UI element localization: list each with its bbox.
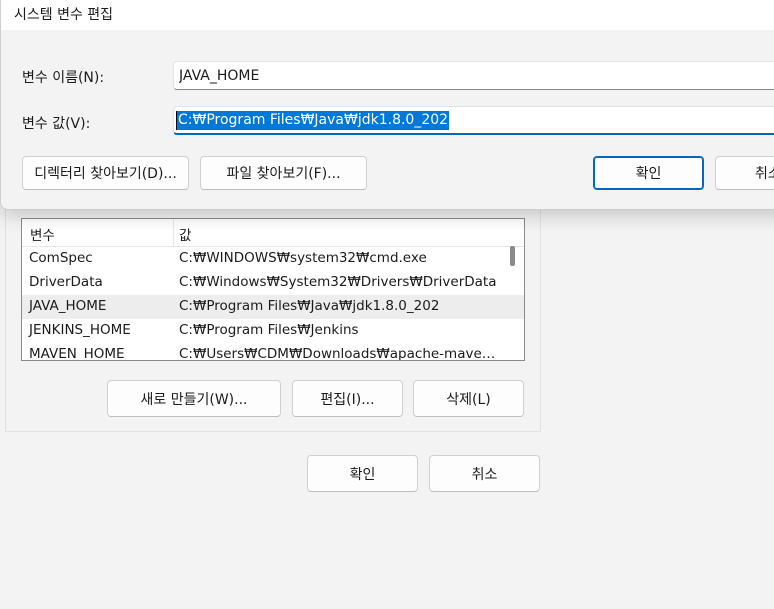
column-header-variable[interactable]: 변수: [30, 224, 55, 244]
table-scrollbar[interactable]: [502, 219, 524, 360]
table-row[interactable]: MAVEN_HOME C:₩Users₩CDM₩Downloads₩apache…: [22, 343, 524, 361]
new-variable-button[interactable]: 새로 만들기(W)...: [107, 380, 281, 417]
table-row-selected[interactable]: JAVA_HOME C:₩Program Files₩Java₩jdk1.8.0…: [22, 295, 524, 319]
row-variable-name: DriverData: [29, 274, 103, 290]
browse-directory-button[interactable]: 디렉터리 찾아보기(D)...: [22, 156, 189, 190]
row-variable-name: JENKINS_HOME: [29, 322, 131, 338]
text-caret: [176, 111, 177, 130]
column-header-value[interactable]: 값: [179, 224, 191, 244]
variable-value-selected-text: C:₩Program Files₩Java₩jdk1.8.0_202: [177, 111, 450, 130]
delete-variable-button[interactable]: 삭제(L): [413, 380, 524, 417]
parent-ok-button[interactable]: 확인: [307, 455, 418, 492]
parent-cancel-button[interactable]: 취소: [429, 455, 540, 492]
variable-value-label: 변수 값(V):: [22, 116, 91, 132]
dialog-titlebar[interactable]: 시스템 변수 편집: [1, 0, 774, 30]
column-divider[interactable]: [173, 219, 174, 246]
row-variable-value: C:₩WINDOWS₩system32₩cmd.exe: [179, 250, 427, 266]
row-variable-name: ComSpec: [29, 250, 93, 266]
variable-name-label: 변수 이름(N):: [22, 70, 105, 86]
system-variables-table[interactable]: 변수 값 ComSpec C:₩WINDOWS₩system32₩cmd.exe…: [21, 218, 525, 361]
scrollbar-thumb[interactable]: [510, 246, 515, 266]
table-row[interactable]: ComSpec C:₩WINDOWS₩system32₩cmd.exe: [22, 247, 524, 271]
dialog-title: 시스템 변수 편집: [14, 7, 114, 23]
table-header: 변수 값: [22, 219, 524, 247]
dialog-cancel-button[interactable]: 취소: [715, 156, 774, 190]
dialog-ok-button[interactable]: 확인: [593, 156, 704, 190]
row-variable-value: C:₩Program Files₩Java₩jdk1.8.0_202: [179, 298, 440, 314]
variable-name-input[interactable]: [173, 61, 774, 90]
edit-system-variable-dialog: 시스템 변수 편집 변수 이름(N): 변수 값(V): C:₩Program …: [0, 0, 774, 210]
table-row[interactable]: DriverData C:₩Windows₩System32₩Drivers₩D…: [22, 271, 524, 295]
row-variable-value: C:₩Users₩CDM₩Downloads₩apache-maven...: [179, 346, 499, 361]
row-variable-name: JAVA_HOME: [29, 298, 107, 314]
table-row[interactable]: JENKINS_HOME C:₩Program Files₩Jenkins: [22, 319, 524, 343]
edit-variable-button[interactable]: 편집(I)...: [292, 380, 403, 417]
row-variable-value: C:₩Program Files₩Jenkins: [179, 322, 359, 338]
row-variable-name: MAVEN_HOME: [29, 346, 125, 361]
browse-file-button[interactable]: 파일 찾아보기(F)...: [200, 156, 367, 190]
row-variable-value: C:₩Windows₩System32₩Drivers₩DriverData: [179, 274, 497, 290]
